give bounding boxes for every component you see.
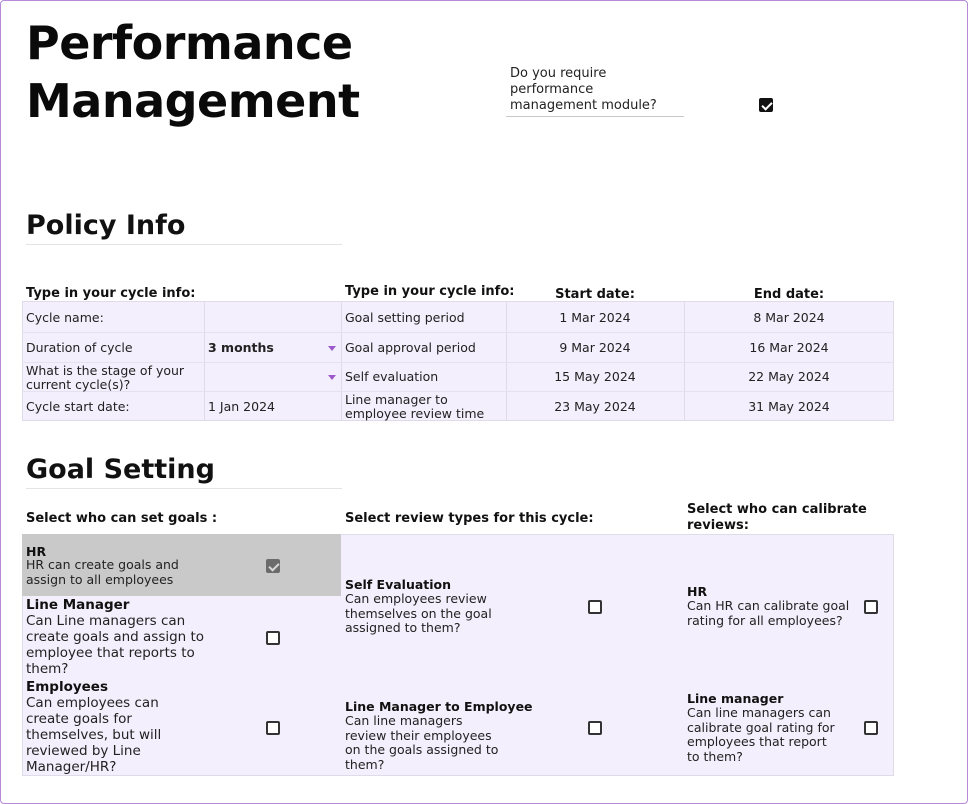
line-manager-can-calibrate-checkbox[interactable] (864, 721, 878, 735)
period-name: Self evaluation (345, 369, 439, 384)
cycle-info-header-right: Type in your cycle info: (345, 284, 515, 299)
period-name: Goal setting period (345, 310, 465, 325)
option-description: Can HR can calibrate goal rating for all… (687, 598, 850, 628)
period-start-date[interactable]: 9 Mar 2024 (506, 341, 684, 355)
cycle-start-date-input[interactable]: 1 Jan 2024 (208, 400, 338, 414)
field-label-duration: Duration of cycle (26, 340, 133, 355)
period-end-date[interactable]: 16 Mar 2024 (684, 341, 894, 355)
option-title: Self Evaluation (345, 577, 452, 592)
period-end-date[interactable]: 31 May 2024 (684, 400, 894, 414)
module-enabled-checkbox[interactable] (759, 98, 773, 112)
period-end-date[interactable]: 8 Mar 2024 (684, 311, 894, 325)
employees-can-set-goals-checkbox[interactable] (266, 721, 280, 735)
chevron-down-icon[interactable] (328, 375, 336, 380)
hr-can-calibrate-checkbox[interactable] (864, 600, 878, 614)
option-description: Can line managers review their employees… (345, 713, 499, 772)
option-description: Can employees review themselves on the g… (345, 591, 492, 635)
period-start-date[interactable]: 1 Mar 2024 (506, 311, 684, 325)
grid-line (22, 332, 894, 333)
grid-line (204, 301, 205, 421)
calibrate-header: Select who can calibrate reviews: (687, 502, 867, 533)
option-description: HR can create goals and assign to all em… (26, 557, 179, 587)
who-can-set-goals-header: Select who can set goals : (26, 511, 218, 526)
review-types-header: Select review types for this cycle: (345, 511, 594, 526)
period-name: Goal approval period (345, 340, 476, 355)
module-question-label: Do you require performance management mo… (506, 66, 684, 117)
self-evaluation-checkbox[interactable] (588, 600, 602, 614)
grid-line (341, 301, 342, 421)
goal-setting-heading: Goal Setting (26, 454, 342, 489)
option-description: Can employees can create goals for thems… (26, 695, 162, 775)
option-title: Line Manager to Employee (345, 699, 533, 714)
hr-can-set-goals-checkbox[interactable] (266, 559, 280, 573)
option-title: HR (687, 584, 708, 599)
option-title: Employees (26, 679, 109, 695)
field-label-start-date: Cycle start date: (26, 399, 130, 414)
chevron-down-icon[interactable] (328, 346, 336, 351)
field-label-cycle-name: Cycle name: (26, 310, 104, 325)
stage-select[interactable] (208, 370, 326, 384)
policy-info-heading: Policy Info (26, 210, 342, 245)
period-name: Line manager to employee review time (345, 392, 485, 421)
period-start-date[interactable]: 15 May 2024 (506, 370, 684, 384)
option-title: Line Manager (26, 597, 130, 613)
line-manager-can-set-goals-checkbox[interactable] (266, 631, 280, 645)
period-end-date[interactable]: 22 May 2024 (684, 370, 894, 384)
period-start-date[interactable]: 23 May 2024 (506, 400, 684, 414)
option-description: Can line managers can calibrate goal rat… (687, 705, 835, 764)
cycle-info-header-left: Type in your cycle info: (26, 286, 196, 301)
duration-select[interactable]: 3 months (208, 341, 326, 355)
line-manager-review-checkbox[interactable] (588, 721, 602, 735)
page-title: Performance Management (26, 16, 360, 128)
cycle-name-input[interactable] (208, 311, 338, 325)
field-label-stage: What is the stage of your current cycle(… (26, 363, 185, 392)
option-title: Line manager (687, 691, 784, 706)
option-description: Can Line managers can create goals and a… (26, 613, 205, 677)
